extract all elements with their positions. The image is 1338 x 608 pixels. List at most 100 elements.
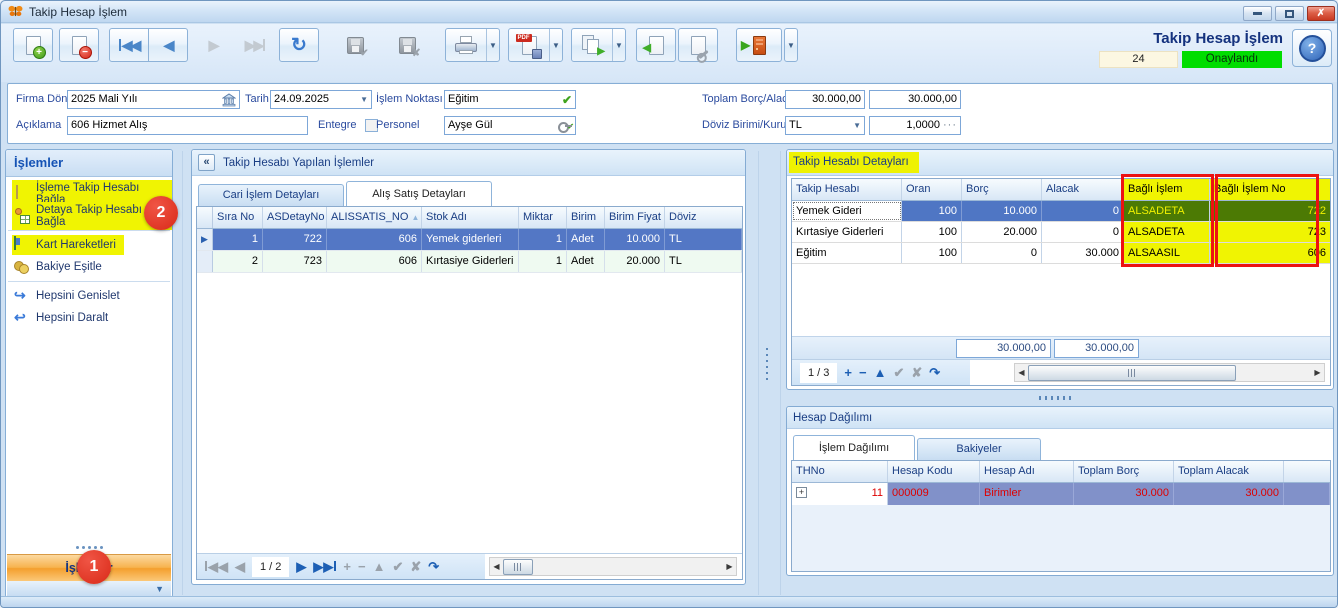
nav-next-icon[interactable]: ▶ xyxy=(296,560,306,573)
sidebar-item-bakiye-esitle[interactable]: Bakiye Eşitle xyxy=(6,256,172,278)
toplam-borc-field[interactable]: 30.000,00 xyxy=(785,90,865,109)
maximize-button[interactable] xyxy=(1275,6,1304,21)
tab-bakiyeler[interactable]: Bakiyeler xyxy=(917,438,1041,460)
nav-refresh-icon[interactable]: ↷ xyxy=(428,560,439,573)
tab-alis-satis-detaylari[interactable]: Alış Satış Detayları xyxy=(346,181,492,206)
sidebar-splitter-line[interactable] xyxy=(182,151,183,595)
scroll-left-icon[interactable]: ◀ xyxy=(1015,368,1028,377)
print-button[interactable] xyxy=(446,29,486,61)
nav-cancel-icon[interactable]: ✘ xyxy=(410,560,421,573)
nav-edit-icon[interactable]: ▲ xyxy=(373,560,386,573)
scroll-right-icon[interactable]: ▶ xyxy=(723,562,736,571)
tarih-dropdown-icon[interactable]: ▼ xyxy=(360,91,368,108)
nav-commit-icon[interactable]: ✔ xyxy=(893,366,904,379)
col-asdetayno[interactable]: ASDetayNo xyxy=(263,207,327,228)
nav-delete-icon[interactable]: − xyxy=(859,366,867,379)
next-record-button[interactable]: ▶ xyxy=(193,28,233,62)
nav-first-icon[interactable]: ◀◀ xyxy=(205,560,228,573)
kuru-more-icon[interactable]: ··· xyxy=(943,117,957,134)
print-dropdown-arrow-icon[interactable]: ▼ xyxy=(486,29,499,61)
nav-edit-icon[interactable]: ▲ xyxy=(874,366,887,379)
horizontal-splitter-handle[interactable] xyxy=(1039,396,1073,400)
bank-icon[interactable] xyxy=(222,93,236,107)
import-button[interactable]: ◀ xyxy=(636,28,676,62)
copy-records-button[interactable]: ▶ xyxy=(572,29,612,61)
col-doviz[interactable]: Döviz xyxy=(665,207,742,228)
detail-row[interactable]: Kırtasiye Giderleri 100 20.000 0 ALSADET… xyxy=(792,222,1330,243)
nav-add-icon[interactable]: + xyxy=(844,366,852,379)
doviz-dropdown-icon[interactable]: ▼ xyxy=(853,117,861,134)
pdf-export-button[interactable]: PDF xyxy=(509,29,549,61)
col-hesap-kodu[interactable]: Hesap Kodu xyxy=(888,461,980,482)
col-miktar[interactable]: Miktar xyxy=(519,207,567,228)
sidebar-item-hepsini-daralt[interactable]: ↩ Hepsini Daralt xyxy=(6,307,172,329)
help-button[interactable]: ? xyxy=(1292,29,1332,67)
save-cancel-button[interactable]: ✘ xyxy=(387,28,427,62)
doviz-birim-select[interactable]: TL ▼ xyxy=(785,116,865,135)
nav-last-icon[interactable]: ▶▶ xyxy=(313,560,336,573)
table-row-selected[interactable]: ▶ 1 722 606 Yemek giderleri 1 Adet 10.00… xyxy=(197,229,742,251)
col-hesap-adi[interactable]: Hesap Adı xyxy=(980,461,1074,482)
tarih-field[interactable]: 24.09.2025 ▼ xyxy=(270,90,372,109)
scroll-left-icon[interactable]: ◀ xyxy=(490,562,503,571)
col-stok-adi[interactable]: Stok Adı xyxy=(422,207,519,228)
col-oran[interactable]: Oran xyxy=(902,179,962,200)
col-toplam-borc[interactable]: Toplam Borç xyxy=(1074,461,1174,482)
islem-noktasi-field[interactable]: Eğitim ✔ xyxy=(444,90,576,109)
pdf-dropdown-arrow-icon[interactable]: ▼ xyxy=(549,29,562,61)
distribution-row-selected[interactable]: + 11 000009 Birimler 30.000 30.000 xyxy=(792,483,1330,505)
previous-record-button[interactable]: ◀ xyxy=(148,28,188,62)
first-record-button[interactable]: ◀◀ xyxy=(109,28,149,62)
nav-delete-icon[interactable]: − xyxy=(358,560,366,573)
nav-add-icon[interactable]: + xyxy=(343,560,351,573)
panel-splitter-line[interactable] xyxy=(758,151,759,595)
detail-row[interactable]: Eğitim 100 0 30.000 ALSAASIL 606 xyxy=(792,243,1330,264)
nav-commit-icon[interactable]: ✔ xyxy=(392,560,403,573)
col-sira-no[interactable]: Sıra No xyxy=(213,207,263,228)
horizontal-scrollbar[interactable]: ◀ ▶ xyxy=(1014,363,1325,382)
save-button[interactable]: ✔ xyxy=(335,28,375,62)
scroll-right-icon[interactable]: ▶ xyxy=(1311,368,1324,377)
toplam-alacak-field[interactable]: 30.000,00 xyxy=(869,90,961,109)
document-settings-button[interactable] xyxy=(678,28,718,62)
copy-dropdown-arrow-icon[interactable]: ▼ xyxy=(612,29,625,61)
last-record-button[interactable]: ▶▶ xyxy=(235,28,275,62)
tab-islem-dagilimi[interactable]: İşlem Dağılımı xyxy=(793,435,915,460)
col-toplam-alacak[interactable]: Toplam Alacak xyxy=(1174,461,1284,482)
col-borc[interactable]: Borç xyxy=(962,179,1042,200)
exit-dropdown-button[interactable]: ▼ xyxy=(784,28,798,62)
sidebar-item-hepsini-genislet[interactable]: ↪ Hepsini Genislet xyxy=(6,285,172,307)
nav-refresh-icon[interactable]: ↷ xyxy=(929,366,940,379)
delete-record-button[interactable]: − xyxy=(59,28,99,62)
col-alissatis-no[interactable]: ALISSATIS_NO▲ xyxy=(327,207,422,228)
nav-cancel-icon[interactable]: ✘ xyxy=(911,366,922,379)
tab-cari-islem-detaylari[interactable]: Cari İşlem Detayları xyxy=(198,184,344,206)
nav-prev-icon[interactable]: ◀ xyxy=(235,560,245,573)
expand-plus-icon[interactable]: + xyxy=(796,487,807,498)
chevron-down-icon[interactable]: ▼ xyxy=(155,584,164,594)
doviz-kuru-field[interactable]: 1,0000 ··· xyxy=(869,116,961,135)
aciklama-field[interactable]: 606 Hizmet Alış xyxy=(67,116,308,135)
col-birim-fiyat[interactable]: Birim Fiyat xyxy=(605,207,665,228)
scrollbar-thumb[interactable] xyxy=(503,559,533,575)
refresh-button[interactable]: ↻ xyxy=(279,28,319,62)
horizontal-scrollbar[interactable]: ◀ ▶ xyxy=(489,557,737,576)
key-icon[interactable]: ✔ xyxy=(558,121,572,131)
col-birim[interactable]: Birim xyxy=(567,207,605,228)
minimize-button[interactable] xyxy=(1243,6,1272,21)
col-alacak[interactable]: Alacak xyxy=(1042,179,1124,200)
firma-donemi-field[interactable]: 2025 Mali Yılı xyxy=(67,90,240,109)
new-record-button[interactable]: + xyxy=(13,28,53,62)
exit-button[interactable]: ▶ xyxy=(736,28,782,62)
vertical-splitter-handle[interactable] xyxy=(764,346,770,380)
col-bagli-islem-no[interactable]: Bağlı İşlem No xyxy=(1210,179,1330,200)
close-button[interactable]: ✗ xyxy=(1307,6,1335,21)
panel-splitter-line[interactable] xyxy=(780,151,781,595)
personel-field[interactable]: Ayşe Gül ✔ xyxy=(444,116,576,135)
detail-row-selected[interactable]: Yemek Gideri 100 10.000 0 ALSADETA 722 xyxy=(792,201,1330,222)
scrollbar-thumb[interactable] xyxy=(1028,365,1236,381)
collapse-panel-button[interactable]: « xyxy=(198,154,215,171)
sidebar-item-kart-hareketleri[interactable]: Kart Hareketleri xyxy=(6,234,172,256)
col-bagli-islem[interactable]: Bağlı İşlem xyxy=(1124,179,1210,200)
col-takip-hesabi[interactable]: Takip Hesabı xyxy=(792,179,902,200)
